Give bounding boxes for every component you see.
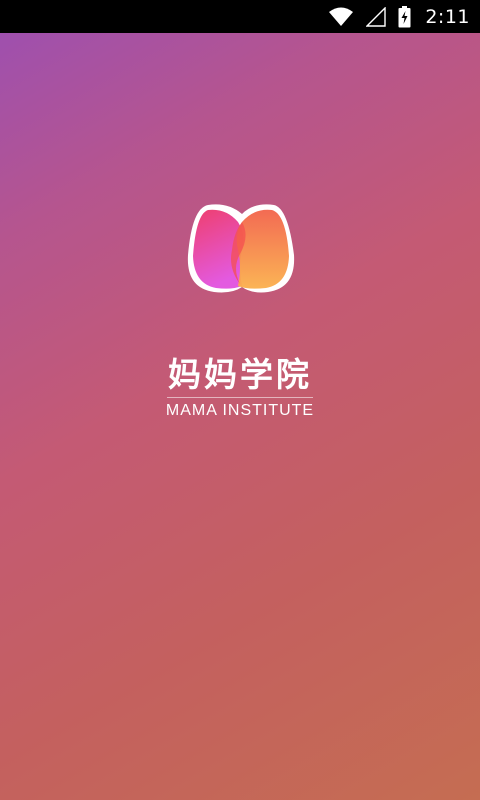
heart-logo-icon: [180, 200, 300, 300]
title-divider: [167, 397, 313, 398]
signal-icon: [366, 6, 387, 27]
status-bar: 2:11: [0, 0, 480, 33]
status-time: 2:11: [425, 5, 470, 28]
app-subtitle: MAMA INSTITUTE: [165, 402, 315, 419]
status-icons: 2:11: [328, 0, 470, 33]
splash-screen: 2:11 妈妈学院 MAMA INSTITUTE: [0, 0, 480, 800]
battery-charging-icon: [398, 5, 411, 28]
wifi-icon: [328, 7, 354, 27]
app-title: 妈妈学院: [168, 355, 312, 394]
